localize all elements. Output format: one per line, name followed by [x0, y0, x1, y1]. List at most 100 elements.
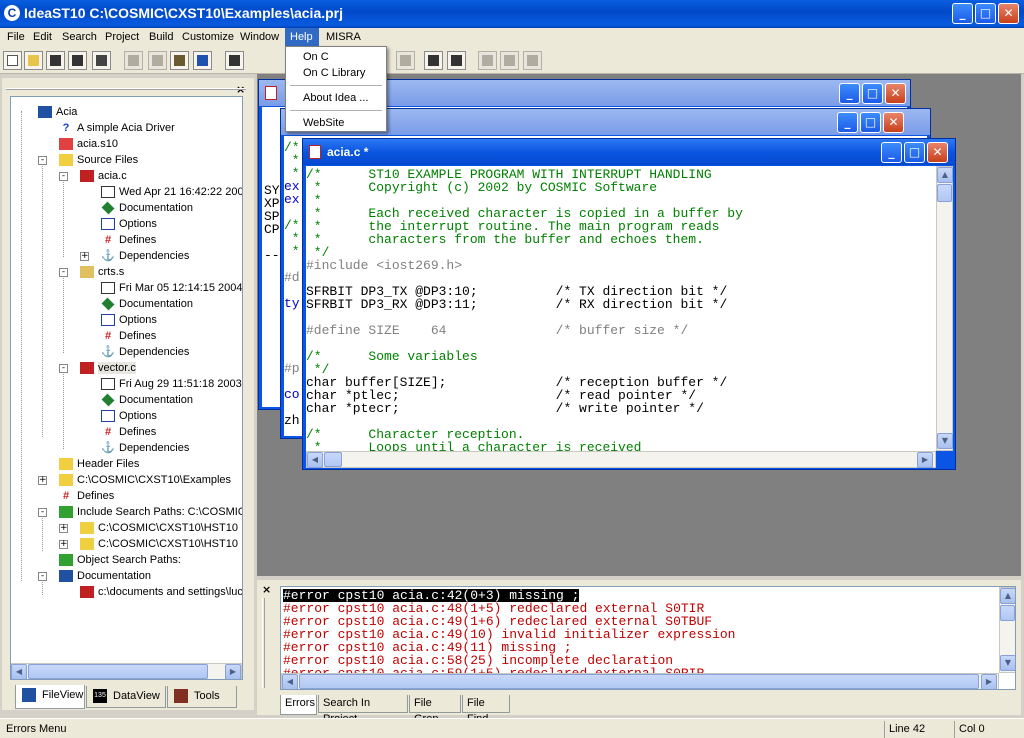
tree-item-options[interactable]: Options [101, 408, 157, 424]
tree-item-dependencies[interactable]: ⚓ Dependencies [101, 344, 189, 360]
expand-icon[interactable]: + [59, 540, 68, 549]
scroll-left-icon[interactable]: ◀ [11, 664, 27, 679]
tree-item-date[interactable]: Fri Mar 05 12:14:15 2004 [101, 280, 242, 296]
tree-item-acia-c[interactable]: acia.c [80, 168, 127, 184]
tree-item-options[interactable]: Options [101, 216, 157, 232]
minimize-button[interactable]: _ [881, 142, 902, 163]
tree-item-acia-s10[interactable]: acia.s10 [59, 136, 118, 152]
menu-search[interactable]: Search [57, 28, 102, 46]
tab-search-in-project[interactable]: Search In Project [318, 695, 408, 725]
menu-item-on-c[interactable]: On C [287, 49, 385, 65]
close-button[interactable]: ✕ [927, 142, 948, 163]
tree-item-dependencies[interactable]: ⚓ Dependencies [101, 440, 189, 456]
close-button[interactable]: ✕ [998, 3, 1019, 24]
tab-dataview[interactable]: 135 DataView [86, 686, 166, 708]
scroll-down-icon[interactable]: ▼ [937, 433, 953, 449]
pane-gripper[interactable] [6, 88, 246, 90]
tree-root-acia[interactable]: Acia [38, 104, 77, 120]
minimize-button[interactable]: _ [952, 3, 973, 24]
scroll-up-icon[interactable]: ▲ [937, 167, 953, 183]
scroll-thumb[interactable] [324, 452, 342, 467]
minimize-button[interactable]: _ [839, 83, 860, 104]
menu-item-website[interactable]: WebSite [287, 115, 385, 131]
editor-vscrollbar[interactable] [936, 166, 953, 451]
build-eff-icon[interactable] [424, 51, 443, 70]
scroll-down-icon[interactable]: ▼ [1000, 655, 1015, 671]
tab-errors[interactable]: Errors [280, 695, 317, 715]
save-all-button[interactable] [68, 51, 87, 70]
tree-item-object-paths[interactable]: Object Search Paths: [59, 552, 181, 568]
code-editor[interactable]: /* ST10 EXAMPLE PROGRAM WITH INTERRUPT H… [306, 166, 936, 451]
rebuild-eff-icon[interactable] [447, 51, 466, 70]
scroll-left-icon[interactable]: ◀ [307, 452, 323, 468]
scroll-thumb[interactable] [299, 674, 979, 689]
new-file-button[interactable] [3, 51, 22, 70]
tree-item-documentation[interactable]: Documentation [101, 296, 193, 312]
menu-item-about[interactable]: About Idea ... [287, 90, 385, 106]
copy-icon[interactable] [148, 51, 167, 70]
close-output-icon[interactable]: × [262, 583, 271, 596]
tree-item-source-files[interactable]: Source Files [59, 152, 138, 168]
collapse-icon[interactable]: - [38, 572, 47, 581]
menu-file[interactable]: File [2, 28, 30, 46]
open-button[interactable] [24, 51, 43, 70]
collapse-icon[interactable]: - [59, 268, 68, 277]
menu-customize[interactable]: Customize [177, 28, 239, 46]
scroll-thumb[interactable] [1000, 605, 1015, 621]
editor-hscrollbar[interactable] [306, 451, 936, 468]
tree-item-options[interactable]: Options [101, 312, 157, 328]
tree-item-vector-c[interactable]: vector.c [80, 360, 136, 376]
tree-item-date[interactable]: Wed Apr 21 16:42:22 2004 [101, 184, 242, 200]
collapse-icon[interactable]: - [38, 156, 47, 165]
tree-item-defines[interactable]: # Defines [101, 424, 156, 440]
collapse-icon[interactable]: - [59, 364, 68, 373]
scroll-right-icon[interactable]: ▶ [981, 674, 997, 689]
tab-file-grep[interactable]: File Grep [409, 695, 461, 725]
title-bar[interactable]: C IdeaST10 C:\COSMIC\CXST10\Examples\aci… [0, 0, 1024, 28]
print-button[interactable] [92, 51, 111, 70]
menu-window[interactable]: Window [235, 28, 284, 46]
tree-item-defines[interactable]: # Defines [101, 328, 156, 344]
save-button[interactable] [46, 51, 65, 70]
menu-help[interactable]: Help [285, 28, 319, 46]
tree-item-defines[interactable]: # Defines [101, 232, 156, 248]
tab-fileview[interactable]: FileView [15, 685, 85, 709]
scroll-thumb[interactable] [28, 664, 208, 679]
menu-project[interactable]: Project [100, 28, 144, 46]
tree-item-documents-path[interactable]: c:\documents and settings\luca [80, 584, 242, 600]
maximize-button[interactable]: □ [862, 83, 883, 104]
project-tree[interactable]: Acia ? A simple Acia Driver acia.s10 - So… [10, 96, 243, 680]
tree-item-hst10-path[interactable]: C:\COSMIC\CXST10\HST10 [80, 536, 238, 552]
collapse-icon[interactable]: - [59, 172, 68, 181]
tree-item-crts-s[interactable]: crts.s [80, 264, 124, 280]
menu-misra[interactable]: MISRA [321, 28, 366, 46]
cut-icon[interactable] [124, 51, 143, 70]
collapse-icon[interactable]: - [38, 508, 47, 517]
run-icon[interactable] [523, 51, 542, 70]
tree-item-examples-folder[interactable]: C:\COSMIC\CXST10\Examples [59, 472, 231, 488]
maximize-button[interactable]: □ [904, 142, 925, 163]
find-icon[interactable] [225, 51, 244, 70]
tree-item-documentation-folder[interactable]: Documentation [59, 568, 151, 584]
debug-icon[interactable] [500, 51, 519, 70]
tree-item-documentation[interactable]: Documentation [101, 200, 193, 216]
tree-item-dependencies[interactable]: ⚓ Dependencies [101, 248, 189, 264]
compile-icon[interactable] [396, 51, 415, 70]
menu-item-on-c-library[interactable]: On C Library [287, 65, 385, 81]
error-output[interactable]: #error cpst10 acia.c:42(0+3) missing ; #… [280, 586, 1016, 690]
window-caption[interactable]: acia.c * _ □ ✕ [303, 139, 955, 165]
editor-window-acia-c[interactable]: acia.c * _ □ ✕ /* ST10 EXAMPLE PROGRAM W… [302, 138, 956, 470]
scroll-thumb[interactable] [937, 184, 952, 202]
scroll-right-icon[interactable]: ▶ [225, 664, 241, 679]
tree-item-documentation[interactable]: Documentation [101, 392, 193, 408]
misra-check-icon[interactable] [478, 51, 497, 70]
tree-item-include-paths[interactable]: Include Search Paths: C:\COSMIC\ [59, 504, 242, 520]
undo-icon[interactable] [193, 51, 212, 70]
menu-build[interactable]: Build [144, 28, 178, 46]
tree-item-date[interactable]: Fri Aug 29 11:51:18 2003 [101, 376, 242, 392]
menu-edit[interactable]: Edit [28, 28, 57, 46]
scroll-up-icon[interactable]: ▲ [1000, 588, 1015, 604]
tab-tools[interactable]: Tools [167, 686, 237, 708]
paste-icon[interactable] [170, 51, 189, 70]
tree-item-defines[interactable]: # Defines [59, 488, 114, 504]
